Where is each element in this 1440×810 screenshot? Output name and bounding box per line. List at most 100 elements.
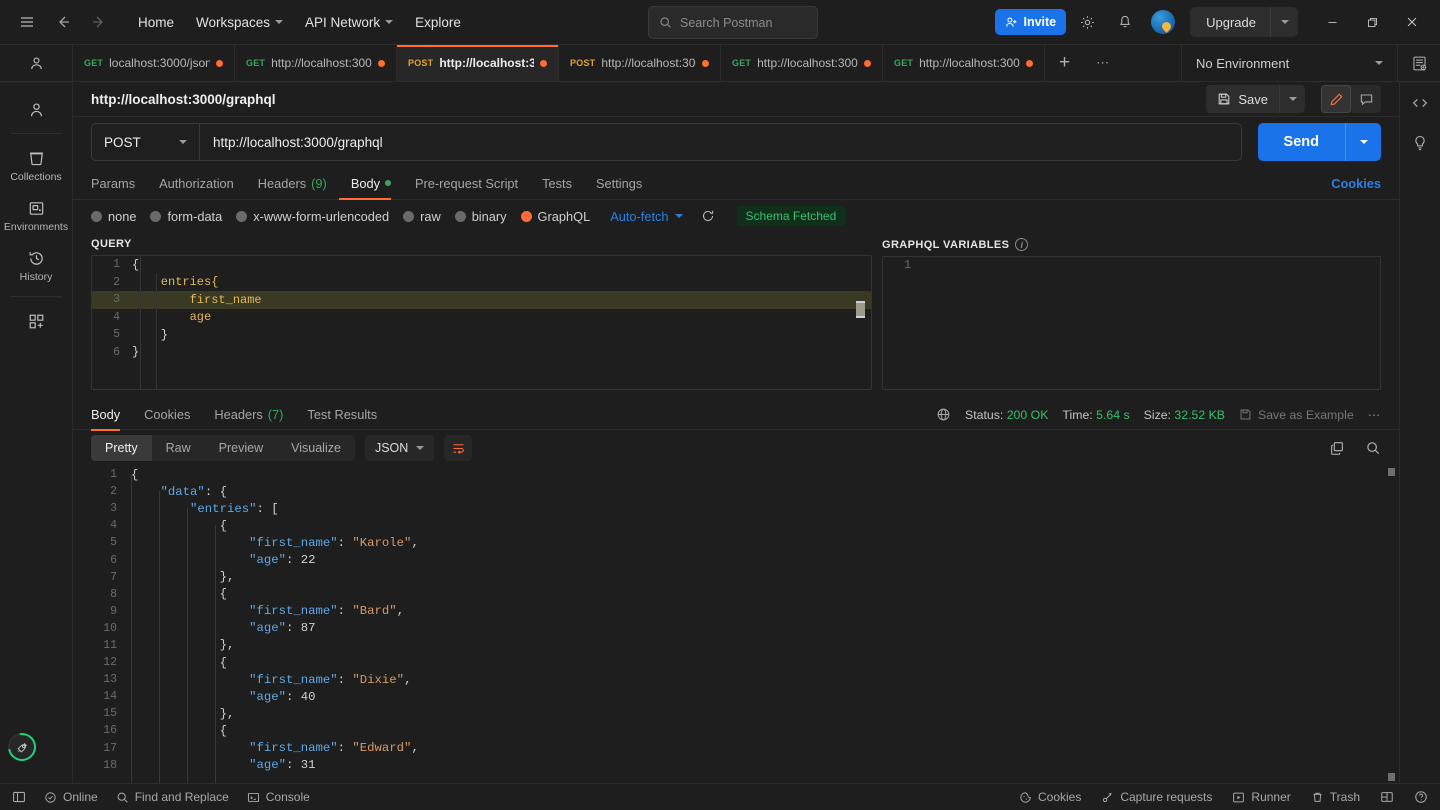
editor-scroll-thumb[interactable] [856, 301, 865, 318]
auto-fetch-selector[interactable]: Auto-fetch [610, 209, 683, 224]
menu-item-home[interactable]: Home [128, 9, 184, 36]
variables-editor[interactable]: 1 [882, 256, 1381, 390]
trash-button[interactable]: Trash [1311, 790, 1360, 804]
cookies-link[interactable]: Cookies [1331, 176, 1381, 191]
format-raw[interactable]: Raw [152, 435, 205, 461]
body-type-binary[interactable]: binary [454, 209, 507, 224]
menu-item-explore[interactable]: Explore [405, 9, 471, 36]
sidebar-item-add-apps[interactable] [0, 303, 73, 338]
format-visualize[interactable]: Visualize [277, 435, 355, 461]
menu-item-api-network[interactable]: API Network [295, 9, 403, 36]
body-type-graphql[interactable]: GraphQL [520, 209, 590, 224]
response-tab-cookies[interactable]: Cookies [132, 398, 202, 431]
gear-icon[interactable] [1070, 5, 1104, 39]
lightbulb-icon[interactable] [1411, 134, 1429, 152]
floppy-disk-icon [1240, 409, 1251, 420]
sidebar-item-history[interactable]: History [0, 240, 73, 290]
tabs-more-button[interactable]: ⋯ [1084, 45, 1122, 81]
save-dropdown-button[interactable] [1279, 85, 1305, 113]
search-input[interactable]: Search Postman [648, 6, 818, 39]
scrollbar-thumb-top[interactable] [1388, 468, 1395, 476]
save-as-example-button[interactable]: Save as Example [1239, 408, 1354, 422]
console-button[interactable]: Console [247, 790, 310, 804]
maximize-button[interactable] [1352, 7, 1392, 37]
body-type-urlencoded[interactable]: x-www-form-urlencoded [236, 209, 389, 224]
chevron-down-icon [1280, 20, 1289, 24]
help-icon[interactable] [1414, 790, 1428, 804]
layout-icon[interactable] [1380, 790, 1394, 804]
tab-body[interactable]: Body [338, 167, 403, 200]
scrollbar-thumb-bottom[interactable] [1388, 773, 1395, 781]
cookies-button[interactable]: Cookies [1019, 790, 1081, 804]
tab-headers[interactable]: Headers (9) [246, 167, 339, 200]
response-tab-headers[interactable]: Headers (7) [202, 398, 295, 431]
request-tab[interactable]: GET http://localhost:3000/r [883, 45, 1045, 81]
upgrade-control[interactable]: Upgrade [1190, 7, 1298, 37]
more-horizontal-icon[interactable]: ⋯ [1368, 408, 1381, 422]
request-tab-active[interactable]: POST http://localhost:3000/ [397, 45, 559, 81]
request-tab[interactable]: GET http://localhost:3000/u [235, 45, 397, 81]
tab-label: Settings [595, 175, 643, 191]
wrap-lines-icon[interactable] [444, 435, 473, 461]
query-editor[interactable]: 1 { 2 entries{ 3 first_name 4 age 5} 6 … [91, 255, 872, 390]
minimize-button[interactable] [1312, 7, 1352, 37]
capture-requests-button[interactable]: Capture requests [1101, 790, 1212, 804]
json-line: 4 { [91, 517, 1399, 534]
save-button[interactable]: Save [1206, 85, 1279, 113]
format-pretty[interactable]: Pretty [91, 435, 152, 461]
find-and-replace-button[interactable]: Find and Replace [116, 790, 229, 804]
format-label: Visualize [291, 441, 341, 455]
sidebar-item-collections[interactable]: Collections [0, 140, 73, 190]
tab-pre-request-script[interactable]: Pre-request Script [403, 167, 530, 200]
request-tab[interactable]: GET http://localhost:3000/u [721, 45, 883, 81]
postman-avatar-icon[interactable] [1146, 5, 1180, 39]
runner-button[interactable]: Runner [1232, 790, 1291, 804]
format-preview[interactable]: Preview [205, 435, 277, 461]
code-snippet-icon[interactable] [1411, 94, 1429, 112]
body-type-raw[interactable]: raw [403, 209, 441, 224]
comment-icon[interactable] [1351, 85, 1381, 113]
bell-icon[interactable] [1108, 5, 1142, 39]
tab-settings[interactable]: Settings [584, 167, 654, 200]
method-selector[interactable]: POST [91, 123, 199, 161]
online-status[interactable]: Online [44, 790, 98, 804]
request-tab[interactable]: POST http://localhost:3000/ [559, 45, 721, 81]
rocket-icon[interactable] [8, 733, 36, 761]
refresh-icon[interactable] [701, 209, 715, 223]
invite-button[interactable]: Invite [995, 9, 1067, 35]
body-type-none[interactable]: none [91, 209, 136, 224]
language-selector[interactable]: JSON [364, 435, 435, 461]
tab-authorization[interactable]: Authorization [147, 167, 246, 200]
tab-params[interactable]: Params [91, 167, 147, 200]
hamburger-icon[interactable] [10, 5, 44, 39]
pencil-icon[interactable] [1321, 85, 1351, 113]
response-tab-test-results[interactable]: Test Results [295, 398, 389, 431]
request-tabs: GET localhost:3000/jsontox GET http://lo… [73, 45, 1122, 81]
upgrade-dropdown[interactable] [1270, 7, 1298, 37]
info-icon[interactable]: i [1015, 238, 1029, 251]
body-type-form-data[interactable]: form-data [150, 209, 222, 224]
sidebar-item-user[interactable] [0, 92, 73, 127]
send-button[interactable]: Send [1257, 123, 1345, 161]
environment-quick-look-icon[interactable] [1397, 45, 1440, 81]
floppy-disk-icon [1219, 93, 1230, 105]
sidebar-toggle-icon[interactable] [12, 790, 26, 804]
environment-selector[interactable]: No Environment [1181, 45, 1397, 81]
user-profile-icon[interactable] [0, 45, 73, 81]
menu-item-workspaces[interactable]: Workspaces [186, 9, 293, 36]
tab-tests[interactable]: Tests [530, 167, 584, 200]
search-icon[interactable] [1365, 440, 1381, 456]
sidebar-item-environments[interactable]: Environments [0, 190, 73, 240]
url-input[interactable]: http://localhost:3000/graphql [199, 123, 1242, 161]
response-tab-body[interactable]: Body [91, 398, 132, 431]
close-button[interactable] [1392, 7, 1432, 37]
send-dropdown-button[interactable] [1345, 123, 1381, 161]
line-text: "data": { [160, 484, 227, 499]
forward-arrow-icon[interactable] [82, 5, 116, 39]
request-tab[interactable]: GET localhost:3000/jsontox [73, 45, 235, 81]
back-arrow-icon[interactable] [46, 5, 80, 39]
response-body[interactable]: 1{2 "data": {3 "entries": [4 {5 "first_n… [73, 466, 1399, 783]
line-text: } [132, 345, 140, 360]
copy-icon[interactable] [1329, 440, 1345, 456]
new-tab-button[interactable]: + [1045, 45, 1084, 81]
